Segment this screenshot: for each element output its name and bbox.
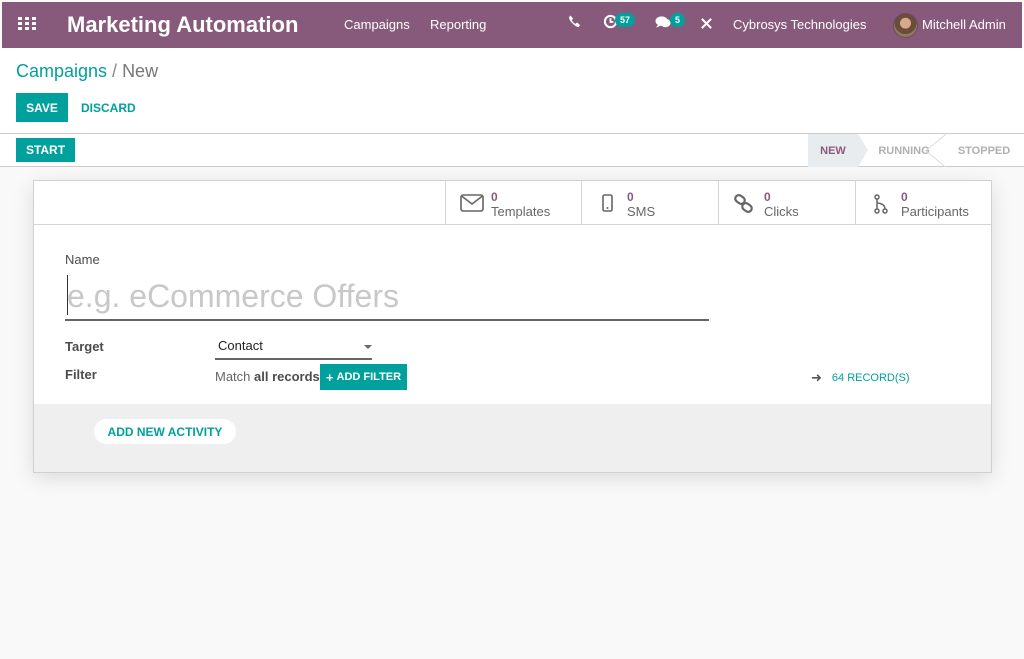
user-avatar[interactable] bbox=[893, 13, 918, 38]
mobile-icon bbox=[602, 194, 626, 214]
target-select-value: Contact bbox=[218, 338, 263, 353]
target-select[interactable]: Contact bbox=[215, 338, 372, 360]
clicks-count: 0 bbox=[764, 190, 771, 204]
templates-stat-button[interactable]: 0 Templates bbox=[445, 181, 582, 225]
add-filter-label: ADD FILTER bbox=[336, 371, 402, 383]
filter-summary: Match all records bbox=[215, 369, 320, 384]
filter-label: Filter bbox=[65, 367, 97, 382]
envelope-icon bbox=[460, 194, 484, 214]
status-bar: START NEW RUNNING STOPPED bbox=[0, 134, 1024, 167]
top-navbar: Marketing Automation Campaigns Reporting… bbox=[2, 2, 1022, 48]
stage-running[interactable]: RUNNING bbox=[868, 134, 946, 167]
activity-area: ADD NEW ACTIVITY bbox=[34, 404, 991, 472]
sms-count: 0 bbox=[627, 190, 634, 204]
records-link[interactable]: ➜ 64 RECORD(S) bbox=[811, 370, 910, 386]
discard-button[interactable]: DISCARD bbox=[81, 101, 136, 115]
stat-button-box: 0 Templates 0 SMS 0 Clicks 0 Participant… bbox=[34, 181, 991, 225]
clicks-label: Clicks bbox=[764, 204, 799, 219]
code-fork-icon bbox=[874, 194, 898, 214]
app-title: Marketing Automation bbox=[67, 12, 299, 37]
breadcrumb-separator: / bbox=[112, 61, 118, 81]
name-label: Name bbox=[65, 252, 100, 267]
participants-stat-button[interactable]: 0 Participants bbox=[855, 181, 992, 225]
company-switcher[interactable]: Cybrosys Technologies bbox=[733, 17, 866, 32]
form-sheet: 0 Templates 0 SMS 0 Clicks 0 Participant… bbox=[33, 180, 992, 473]
dropdown-caret-icon bbox=[364, 345, 372, 349]
user-menu[interactable]: Mitchell Admin bbox=[922, 17, 1006, 32]
templates-count: 0 bbox=[491, 190, 498, 204]
add-new-activity-button[interactable]: ADD NEW ACTIVITY bbox=[94, 419, 236, 444]
breadcrumb-current: New bbox=[122, 61, 159, 81]
participants-count: 0 bbox=[901, 190, 908, 204]
stage-stopped[interactable]: STOPPED bbox=[950, 134, 1018, 167]
message-count-badge: 5 bbox=[670, 13, 686, 27]
clicks-stat-button[interactable]: 0 Clicks bbox=[718, 181, 855, 225]
stage-new[interactable]: NEW bbox=[808, 134, 868, 167]
target-label: Target bbox=[65, 339, 104, 354]
activity-count-badge: 57 bbox=[615, 13, 636, 27]
menu-reporting[interactable]: Reporting bbox=[430, 17, 486, 32]
link-icon bbox=[733, 194, 757, 214]
start-button[interactable]: START bbox=[16, 138, 75, 162]
control-panel: Campaigns / New SAVE DISCARD bbox=[0, 48, 1024, 134]
apps-grid-icon[interactable] bbox=[18, 17, 36, 31]
menu-campaigns[interactable]: Campaigns bbox=[344, 17, 410, 32]
text-cursor bbox=[67, 275, 68, 315]
campaign-name-input[interactable] bbox=[65, 273, 709, 321]
debug-tools-icon[interactable] bbox=[700, 17, 713, 33]
arrow-right-icon: ➜ bbox=[811, 370, 822, 385]
breadcrumb: Campaigns / New bbox=[16, 61, 158, 82]
sms-stat-button[interactable]: 0 SMS bbox=[581, 181, 718, 225]
breadcrumb-campaigns-link[interactable]: Campaigns bbox=[16, 61, 107, 81]
plus-icon: + bbox=[325, 369, 334, 385]
filter-match-value: all records bbox=[254, 369, 320, 384]
participants-label: Participants bbox=[901, 204, 969, 219]
add-filter-button[interactable]: + ADD FILTER bbox=[320, 364, 407, 390]
sms-label: SMS bbox=[627, 204, 656, 219]
records-count: 64 RECORD(S) bbox=[831, 372, 910, 384]
phone-icon[interactable] bbox=[568, 15, 581, 31]
templates-label: Templates bbox=[491, 204, 551, 219]
filter-match-prefix: Match bbox=[215, 369, 251, 384]
save-button[interactable]: SAVE bbox=[16, 93, 68, 122]
